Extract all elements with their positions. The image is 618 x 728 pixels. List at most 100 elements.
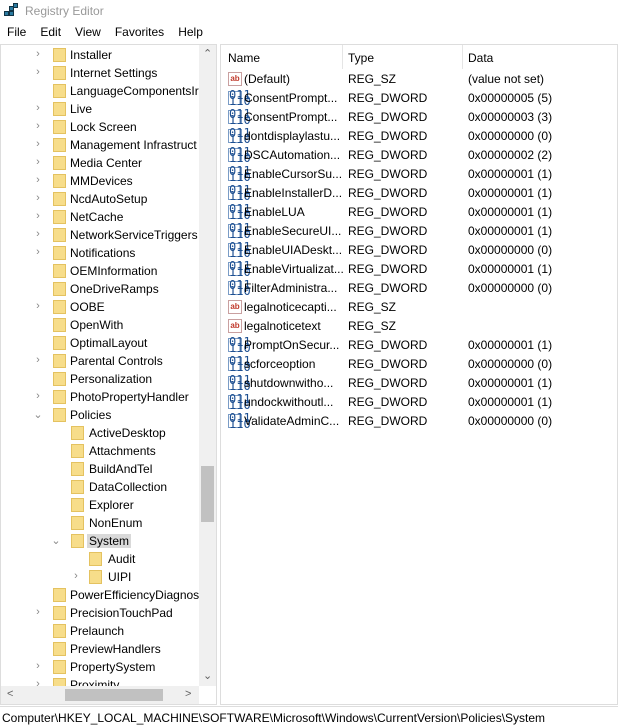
chevron-right-icon[interactable]: › — [33, 606, 43, 618]
tree-item[interactable]: › PhotoPropertyHandler — [1, 388, 199, 406]
tree-vertical-scrollbar[interactable]: ⌃ ⌄ — [199, 45, 216, 686]
tree-item[interactable]: › PrecisionTouchPad — [1, 604, 199, 622]
tree-item[interactable]: BuildAndTel — [1, 460, 199, 478]
tree-item[interactable]: › Lock Screen — [1, 118, 199, 136]
tree-item[interactable]: › Management Infrastruct — [1, 136, 199, 154]
tree-item[interactable]: OEMInformation — [1, 262, 199, 280]
tree-item[interactable]: LanguageComponentsIr — [1, 82, 199, 100]
value-row[interactable]: 011 110 EnableInstallerD... REG_DWORD 0x0… — [221, 183, 617, 202]
tree-item[interactable]: ⌄ System — [1, 532, 199, 550]
menu-view[interactable]: View — [68, 23, 108, 43]
tree-item[interactable]: › MMDevices — [1, 172, 199, 190]
chevron-right-icon[interactable]: › — [33, 300, 43, 312]
scroll-left-icon[interactable]: < — [7, 688, 13, 700]
tree-item[interactable]: › Notifications — [1, 244, 199, 262]
registry-tree[interactable]: › Installer › Internet Settings LanguageComp… — [0, 44, 217, 705]
column-divider[interactable] — [462, 45, 463, 69]
tree-item[interactable]: Explorer — [1, 496, 199, 514]
tree-item[interactable]: Prelaunch — [1, 622, 199, 640]
chevron-right-icon[interactable]: › — [33, 48, 43, 60]
value-row[interactable]: 011 110 EnableUIADeskt... REG_DWORD 0x000… — [221, 240, 617, 259]
tree-item[interactable]: › UIPI — [1, 568, 199, 586]
tree-horizontal-scrollbar[interactable]: < > — [1, 686, 199, 704]
tree-item[interactable]: › Parental Controls — [1, 352, 199, 370]
chevron-right-icon[interactable]: › — [33, 228, 43, 240]
tree-item[interactable]: › Installer — [1, 46, 199, 64]
value-name: shutdownwitho... — [244, 376, 334, 390]
tree-item[interactable]: › Media Center — [1, 154, 199, 172]
chevron-right-icon[interactable]: › — [33, 102, 43, 114]
value-row[interactable]: 011 110 EnableCursorSu... REG_DWORD 0x000… — [221, 164, 617, 183]
tree-item[interactable]: ⌄ Policies — [1, 406, 199, 424]
value-row[interactable]: 011 110 EnableSecureUI... REG_DWORD 0x000… — [221, 221, 617, 240]
tree-item[interactable]: ActiveDesktop — [1, 424, 199, 442]
chevron-right-icon[interactable]: › — [33, 246, 43, 258]
tree-item-label: Explorer — [89, 498, 134, 512]
value-row[interactable]: 011 110 ConsentPrompt... REG_DWORD 0x0000… — [221, 88, 617, 107]
value-row[interactable]: 011 110 dontdisplaylastu... REG_DWORD 0x0… — [221, 126, 617, 145]
value-row[interactable]: ab legalnoticecapti... REG_SZ — [221, 297, 617, 316]
tree-item[interactable]: › NcdAutoSetup — [1, 190, 199, 208]
folder-icon — [53, 246, 66, 260]
chevron-right-icon[interactable]: › — [33, 120, 43, 132]
menu-favorites[interactable]: Favorites — [108, 23, 171, 43]
chevron-right-icon[interactable]: › — [33, 390, 43, 402]
value-row[interactable]: 011 110 EnableVirtualizat... REG_DWORD 0x… — [221, 259, 617, 278]
tree-item[interactable]: Audit — [1, 550, 199, 568]
chevron-right-icon[interactable]: › — [33, 660, 43, 672]
chevron-down-icon[interactable]: ⌄ — [33, 408, 43, 421]
value-row[interactable]: 011 110 ValidateAdminC... REG_DWORD 0x000… — [221, 411, 617, 430]
tree-horizontal-scroll-thumb[interactable] — [65, 689, 163, 701]
values-list[interactable]: Name Type Data ab (Default) REG_SZ (valu… — [220, 44, 618, 705]
tree-item[interactable]: Attachments — [1, 442, 199, 460]
chevron-down-icon[interactable]: ⌄ — [51, 534, 61, 547]
value-row[interactable]: 011 110 DSCAutomation... REG_DWORD 0x0000… — [221, 145, 617, 164]
value-row[interactable]: 011 110 undockwithoutl... REG_DWORD 0x000… — [221, 392, 617, 411]
value-row[interactable]: 011 110 scforceoption REG_DWORD 0x0000000… — [221, 354, 617, 373]
chevron-right-icon[interactable]: › — [33, 192, 43, 204]
tree-item[interactable]: OptimalLayout — [1, 334, 199, 352]
column-header-name[interactable]: Name — [228, 51, 260, 65]
chevron-right-icon[interactable]: › — [33, 174, 43, 186]
tree-item[interactable]: Personalization — [1, 370, 199, 388]
value-row[interactable]: ab (Default) REG_SZ (value not set) — [221, 69, 617, 88]
tree-item[interactable]: OpenWith — [1, 316, 199, 334]
tree-item[interactable]: › NetworkServiceTriggers — [1, 226, 199, 244]
tree-item[interactable]: DataCollection — [1, 478, 199, 496]
value-name: ConsentPrompt... — [244, 110, 338, 124]
tree-item[interactable]: PowerEfficiencyDiagnos — [1, 586, 199, 604]
chevron-right-icon[interactable]: › — [33, 210, 43, 222]
chevron-right-icon[interactable]: › — [33, 156, 43, 168]
tree-vertical-scroll-thumb[interactable] — [201, 466, 214, 522]
scroll-up-icon[interactable]: ⌃ — [203, 47, 212, 60]
chevron-right-icon[interactable]: › — [33, 354, 43, 366]
tree-item[interactable]: PreviewHandlers — [1, 640, 199, 658]
scroll-right-icon[interactable]: > — [185, 688, 191, 700]
chevron-right-icon[interactable]: › — [71, 570, 81, 582]
value-row[interactable]: 011 110 EnableLUA REG_DWORD 0x00000001 (1… — [221, 202, 617, 221]
chevron-right-icon[interactable]: › — [33, 66, 43, 78]
column-header-type[interactable]: Type — [348, 51, 374, 65]
column-header-data[interactable]: Data — [468, 51, 493, 65]
tree-item[interactable]: NonEnum — [1, 514, 199, 532]
folder-icon — [53, 102, 66, 116]
value-row[interactable]: 011 110 shutdownwitho... REG_DWORD 0x0000… — [221, 373, 617, 392]
tree-item[interactable]: › NetCache — [1, 208, 199, 226]
value-row[interactable]: ab legalnoticetext REG_SZ — [221, 316, 617, 335]
value-data: 0x00000001 (1) — [468, 186, 553, 200]
tree-item[interactable]: OneDriveRamps — [1, 280, 199, 298]
menu-file[interactable]: File — [0, 23, 33, 43]
value-data: 0x00000000 (0) — [468, 357, 553, 371]
value-row[interactable]: 011 110 PromptOnSecur... REG_DWORD 0x0000… — [221, 335, 617, 354]
tree-item[interactable]: › PropertySystem — [1, 658, 199, 676]
tree-item[interactable]: › Internet Settings — [1, 64, 199, 82]
scroll-down-icon[interactable]: ⌄ — [203, 669, 212, 682]
column-divider[interactable] — [342, 45, 343, 69]
chevron-right-icon[interactable]: › — [33, 138, 43, 150]
value-row[interactable]: 011 110 FilterAdministra... REG_DWORD 0x0… — [221, 278, 617, 297]
menu-edit[interactable]: Edit — [33, 23, 68, 43]
menu-help[interactable]: Help — [171, 23, 210, 43]
value-row[interactable]: 011 110 ConsentPrompt... REG_DWORD 0x0000… — [221, 107, 617, 126]
tree-item[interactable]: › Live — [1, 100, 199, 118]
tree-item[interactable]: › OOBE — [1, 298, 199, 316]
